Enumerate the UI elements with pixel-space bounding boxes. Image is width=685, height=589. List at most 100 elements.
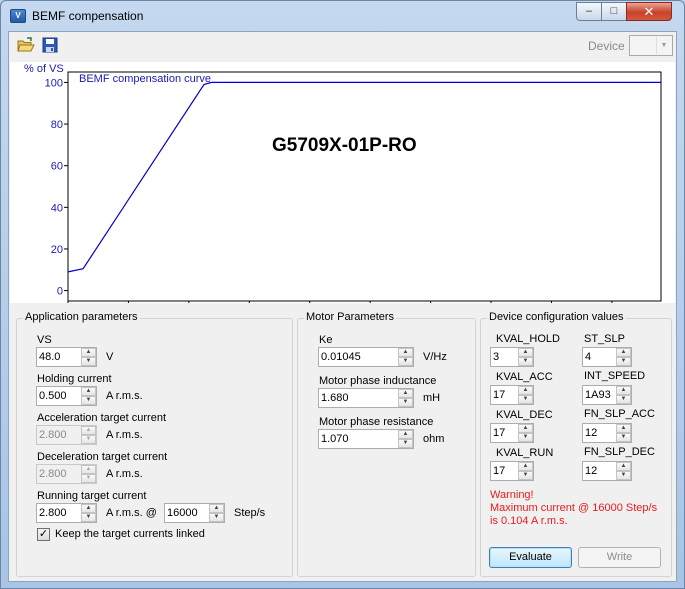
kval-acc-input[interactable]: 17 ▲ ▼: [490, 385, 534, 405]
spin-down-icon[interactable]: ▼: [81, 513, 96, 522]
int-speed-label: INT_SPEED: [584, 370, 646, 382]
spin-down-icon[interactable]: ▼: [81, 474, 96, 483]
warning-message: Warning! Maximum current @ 16000 Step/s …: [490, 489, 670, 528]
fn-slp-acc-value: 12: [585, 427, 598, 439]
spin-up-icon[interactable]: ▲: [81, 426, 96, 435]
ke-value: 0.01045: [321, 351, 361, 363]
spin-down-icon[interactable]: ▼: [398, 439, 413, 448]
spin-up-icon[interactable]: ▲: [209, 504, 224, 513]
spin-down-icon[interactable]: ▼: [398, 357, 413, 366]
spin-down-icon[interactable]: ▼: [81, 396, 96, 405]
minimize-button[interactable]: –: [576, 2, 602, 21]
kval-run-input[interactable]: 17 ▲ ▼: [490, 461, 534, 481]
deceleration-current-input[interactable]: 2.800 ▲ ▼: [36, 464, 97, 484]
window-title: BEMF compensation: [32, 9, 144, 23]
vs-unit: V: [106, 351, 114, 363]
spin-down-icon[interactable]: ▼: [81, 357, 96, 366]
spin-up-icon[interactable]: ▲: [616, 386, 631, 395]
spin-up-icon[interactable]: ▲: [616, 348, 631, 357]
device-config-title: Device configuration values: [487, 311, 626, 323]
spin-down-icon[interactable]: ▼: [616, 471, 631, 480]
chart-title: BEMF compensation curve: [79, 73, 211, 85]
keep-linked-checkbox[interactable]: ✓: [37, 528, 50, 541]
holding-current-unit: A r.m.s.: [106, 390, 143, 402]
vs-label: VS: [37, 334, 52, 346]
spin-down-icon[interactable]: ▼: [616, 357, 631, 366]
running-speed-value: 16000: [167, 507, 198, 519]
spin-up-icon[interactable]: ▲: [398, 348, 413, 357]
fn-slp-dec-label: FN_SLP_DEC: [584, 446, 655, 458]
write-button[interactable]: Write: [578, 547, 661, 568]
vs-value: 48.0: [39, 351, 61, 363]
acceleration-current-input[interactable]: 2.800 ▲ ▼: [36, 425, 97, 445]
vs-input[interactable]: 48.0 ▲ ▼: [36, 347, 97, 367]
ke-label: Ke: [319, 334, 333, 346]
holding-current-input[interactable]: 0.500 ▲ ▼: [36, 386, 97, 406]
chevron-down-icon[interactable]: ▼: [656, 37, 671, 54]
spin-down-icon[interactable]: ▼: [518, 471, 533, 480]
int-speed-input[interactable]: 1A93 ▲ ▼: [582, 385, 632, 405]
kval-acc-label: KVAL_ACC: [496, 371, 553, 383]
spin-down-icon[interactable]: ▼: [616, 395, 631, 404]
maximize-button[interactable]: □: [601, 2, 627, 21]
inductance-value: 1.680: [321, 392, 349, 404]
folder-open-icon[interactable]: [17, 37, 35, 54]
toolbar: Device ▼: [9, 32, 676, 60]
keep-linked-label: Keep the target currents linked: [55, 528, 205, 540]
app-icon: V: [10, 9, 26, 23]
holding-current-value: 0.500: [39, 390, 67, 402]
inductance-input[interactable]: 1.680 ▲ ▼: [318, 388, 414, 408]
spin-up-icon[interactable]: ▲: [398, 430, 413, 439]
resistance-unit: ohm: [423, 433, 445, 445]
spin-up-icon[interactable]: ▲: [518, 424, 533, 433]
close-button[interactable]: ✕: [626, 2, 672, 21]
kval-hold-label: KVAL_HOLD: [496, 333, 560, 345]
fn-slp-dec-input[interactable]: 12 ▲ ▼: [582, 461, 632, 481]
application-parameters-title: Application parameters: [23, 311, 140, 323]
spin-up-icon[interactable]: ▲: [518, 348, 533, 357]
spin-up-icon[interactable]: ▲: [518, 462, 533, 471]
spin-down-icon[interactable]: ▼: [209, 513, 224, 522]
spin-down-icon[interactable]: ▼: [398, 398, 413, 407]
spin-down-icon[interactable]: ▼: [518, 433, 533, 442]
deceleration-current-value: 2.800: [39, 468, 67, 480]
spin-down-icon[interactable]: ▼: [518, 357, 533, 366]
spin-down-icon[interactable]: ▼: [616, 433, 631, 442]
y-tick-label: 60: [51, 161, 63, 173]
spin-down-icon[interactable]: ▼: [81, 435, 96, 444]
running-current-input[interactable]: 2.800 ▲ ▼: [36, 503, 97, 523]
chart-annotation: G5709X-01P-RO: [272, 135, 417, 156]
resistance-input[interactable]: 1.070 ▲ ▼: [318, 429, 414, 449]
holding-current-label: Holding current: [37, 373, 112, 385]
fn-slp-acc-input[interactable]: 12 ▲ ▼: [582, 423, 632, 443]
spin-up-icon[interactable]: ▲: [81, 387, 96, 396]
bemf-chart: % of VS BEMF compensation curve G5709X-0…: [10, 62, 675, 303]
device-select[interactable]: ▼: [629, 35, 673, 56]
y-tick-label: 40: [51, 202, 63, 214]
spin-up-icon[interactable]: ▲: [81, 348, 96, 357]
title-bar[interactable]: V BEMF compensation – □ ✕: [1, 1, 684, 31]
y-tick-label: 80: [51, 119, 63, 131]
spin-up-icon[interactable]: ▲: [81, 504, 96, 513]
spin-up-icon[interactable]: ▲: [398, 389, 413, 398]
kval-dec-input[interactable]: 17 ▲ ▼: [490, 423, 534, 443]
kval-acc-value: 17: [493, 389, 506, 401]
acceleration-current-unit: A r.m.s.: [106, 429, 143, 441]
y-tick-label: 20: [51, 244, 63, 256]
kval-hold-input[interactable]: 3 ▲ ▼: [490, 347, 534, 367]
ke-input[interactable]: 0.01045 ▲ ▼: [318, 347, 414, 367]
spin-up-icon[interactable]: ▲: [81, 465, 96, 474]
st-slp-input[interactable]: 4 ▲ ▼: [582, 347, 632, 367]
spin-down-icon[interactable]: ▼: [518, 395, 533, 404]
running-speed-unit: Step/s: [234, 507, 266, 519]
deceleration-current-label: Deceleration target current: [37, 451, 168, 463]
spin-up-icon[interactable]: ▲: [616, 424, 631, 433]
spin-up-icon[interactable]: ▲: [518, 386, 533, 395]
running-speed-input[interactable]: 16000 ▲ ▼: [164, 503, 225, 523]
save-icon[interactable]: [41, 37, 59, 54]
running-current-value: 2.800: [39, 507, 67, 519]
spin-up-icon[interactable]: ▲: [616, 462, 631, 471]
fn-slp-acc-label: FN_SLP_ACC: [584, 408, 655, 420]
evaluate-button[interactable]: Evaluate: [489, 547, 572, 568]
inductance-unit: mH: [423, 392, 441, 404]
